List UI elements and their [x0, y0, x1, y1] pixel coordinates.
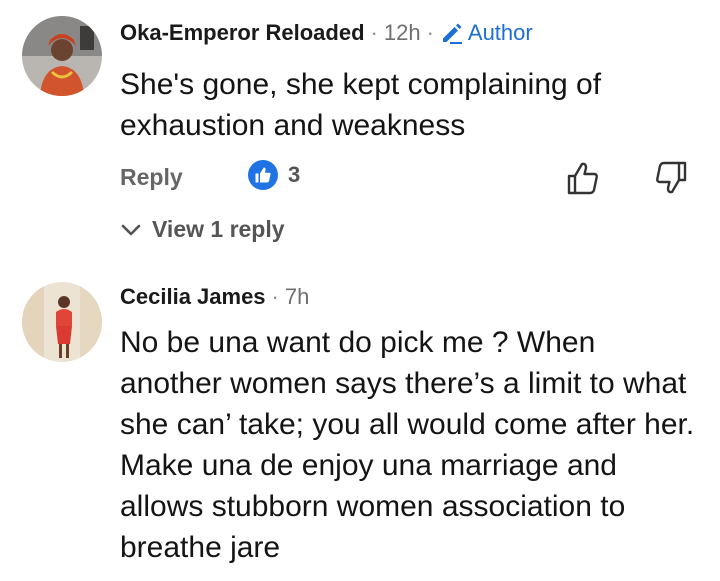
thumbs-down-icon[interactable] [654, 160, 688, 196]
author-badge: Author [440, 20, 533, 46]
avatar[interactable] [22, 16, 102, 96]
comment-text: She's gone, she kept complaining of exha… [120, 68, 602, 142]
comment-actions: Reply 3 [120, 160, 700, 200]
comment-author-name[interactable]: Oka-Emperor Reloaded [120, 20, 365, 46]
view-replies-button[interactable]: View 1 reply [120, 216, 285, 243]
like-badge-icon [248, 160, 278, 190]
like-count: 3 [288, 162, 301, 187]
like-count-group: 3 [248, 160, 300, 190]
comment-author-name[interactable]: Cecilia James [120, 284, 266, 310]
comment-header: Oka-Emperor Reloaded · 12h · Author [120, 20, 533, 46]
reply-button[interactable]: Reply [120, 164, 183, 191]
separator-dot: · [370, 20, 378, 45]
chevron-down-icon [121, 224, 141, 235]
avatar[interactable] [22, 282, 102, 362]
pencil-icon [442, 23, 462, 44]
comment-timestamp: 7h [284, 284, 310, 309]
comment: Oka-Emperor Reloaded · 12h · Author She'… [0, 0, 720, 260]
separator-dot: · [271, 284, 279, 309]
comment: Cecilia James · 7h No be una want do pic… [0, 270, 720, 581]
author-badge-label: Author [467, 20, 533, 45]
comment-text: No be una want do pick me ? When another… [120, 326, 695, 564]
thumbs-up-icon[interactable] [566, 160, 600, 196]
view-replies-label: View 1 reply [152, 216, 285, 242]
comment-timestamp: 12h [383, 20, 421, 45]
comment-header: Cecilia James · 7h [120, 284, 309, 310]
separator-dot: · [426, 20, 434, 45]
